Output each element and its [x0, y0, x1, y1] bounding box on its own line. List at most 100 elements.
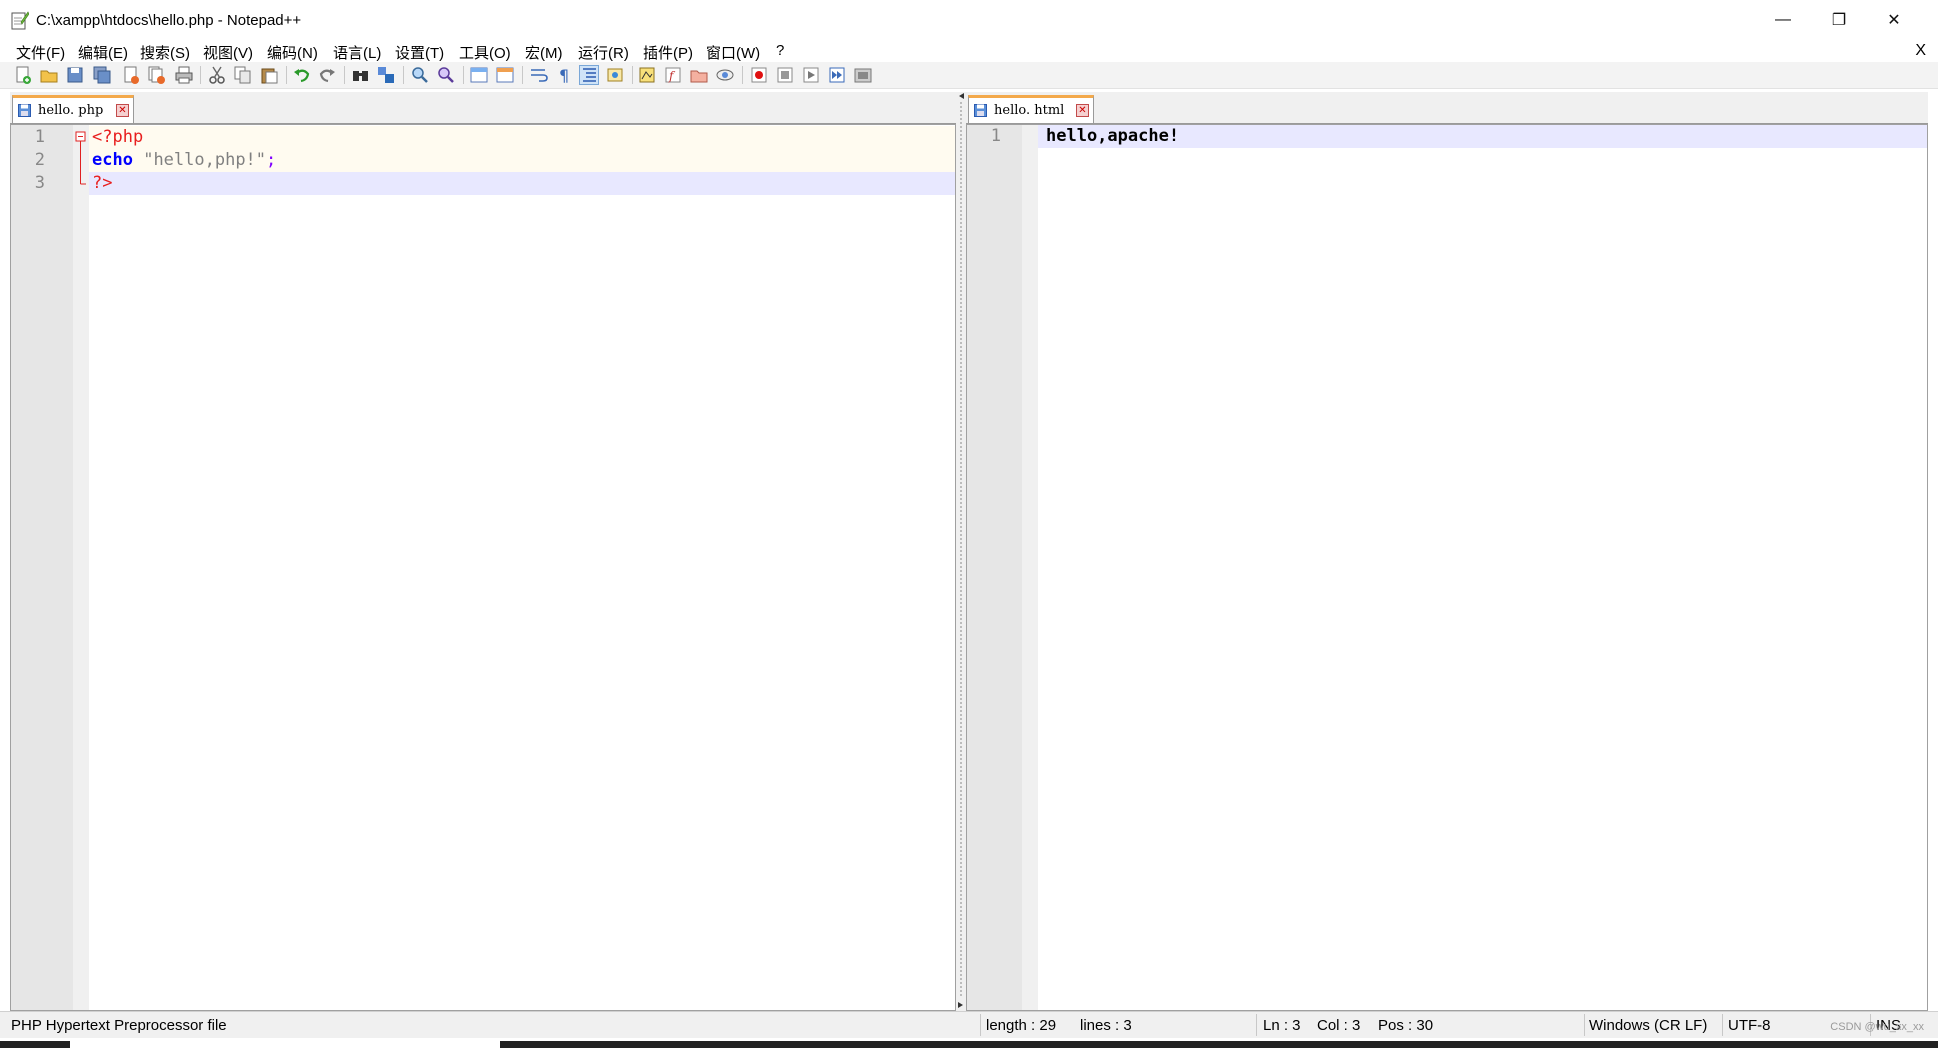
menu-macro[interactable]: 宏(M): [525, 42, 563, 63]
record-macro-icon[interactable]: [750, 66, 768, 84]
function-list-icon[interactable]: f: [664, 66, 682, 84]
toolbar-separator: [344, 66, 345, 84]
status-pos: Pos : 30: [1378, 1017, 1434, 1034]
notepadpp-app-icon: [11, 11, 29, 30]
status-file-type: PHP Hypertext Preprocessor file: [11, 1017, 227, 1034]
toolbar-separator: [632, 66, 633, 84]
menu-window[interactable]: 窗口(W): [706, 42, 760, 63]
tab-hello-php[interactable]: hello. php ✕: [12, 95, 134, 123]
toolbar: ¶ f: [0, 62, 1938, 89]
menu-edit[interactable]: 编辑(E): [78, 42, 128, 63]
fold-margin[interactable]: [1022, 125, 1038, 1010]
save-all-icon[interactable]: [93, 66, 111, 84]
minimize-button[interactable]: —: [1755, 0, 1811, 40]
code-line: <?php: [92, 126, 143, 149]
status-encoding[interactable]: UTF-8: [1728, 1017, 1771, 1034]
doc-map-icon[interactable]: [638, 66, 656, 84]
status-eol[interactable]: Windows (CR LF): [1589, 1017, 1707, 1034]
sync-horizontal-icon[interactable]: [496, 66, 514, 84]
taskbar-segment: [500, 1041, 1938, 1048]
code-token: "hello,php!": [143, 150, 267, 170]
print-icon[interactable]: [175, 66, 193, 84]
monitor-icon[interactable]: [716, 66, 734, 84]
close-all-icon[interactable]: [148, 66, 166, 84]
pane-splitter[interactable]: [956, 92, 966, 1011]
code-line: ?>: [92, 172, 112, 195]
save-macro-icon[interactable]: [854, 66, 872, 84]
close-icon[interactable]: [122, 66, 140, 84]
code-line-1-bg: [89, 126, 955, 149]
status-lines: lines : 3: [1080, 1017, 1132, 1034]
sync-vertical-icon[interactable]: [470, 66, 488, 84]
play-macro-icon[interactable]: [802, 66, 820, 84]
status-separator: [1722, 1014, 1723, 1036]
menu-settings[interactable]: 设置(T): [395, 42, 444, 63]
code-line: hello,apache!: [1046, 126, 1180, 146]
status-length: length : 29: [986, 1017, 1057, 1034]
toolbar-separator: [403, 66, 404, 84]
save-icon[interactable]: [66, 66, 84, 84]
cut-icon[interactable]: [208, 66, 226, 84]
right-editor[interactable]: 1 hello,apache!: [966, 124, 1928, 1011]
stop-record-icon[interactable]: [776, 66, 794, 84]
taskbar-strip: [0, 1038, 1938, 1048]
zoom-in-icon[interactable]: [411, 66, 429, 84]
tab-close-icon[interactable]: ✕: [1076, 104, 1089, 117]
word-wrap-icon[interactable]: [530, 66, 548, 84]
maximize-button[interactable]: ❐: [1811, 0, 1867, 40]
code-token: ;: [266, 150, 277, 170]
menu-encoding[interactable]: 编码(N): [267, 42, 318, 63]
line-number: 1: [990, 126, 1001, 146]
close-document-button[interactable]: X: [1915, 42, 1926, 60]
replace-icon[interactable]: [377, 66, 395, 84]
find-icon[interactable]: [352, 66, 370, 84]
close-window-button[interactable]: ✕: [1866, 0, 1922, 40]
fold-margin[interactable]: [73, 125, 89, 1010]
menu-help[interactable]: ?: [776, 42, 784, 59]
redo-icon[interactable]: [318, 66, 336, 84]
undo-icon[interactable]: [293, 66, 311, 84]
copy-icon[interactable]: [234, 66, 252, 84]
taskbar-segment: [0, 1041, 70, 1048]
open-file-icon[interactable]: [40, 66, 58, 84]
line-number: 1: [34, 127, 45, 147]
menu-view[interactable]: 视图(V): [203, 42, 253, 63]
tab-label: hello. php: [38, 103, 104, 118]
run-macro-multiple-icon[interactable]: [828, 66, 846, 84]
user-lang-icon[interactable]: [606, 66, 624, 84]
new-file-icon[interactable]: [14, 66, 32, 84]
svg-text:¶: ¶: [559, 66, 569, 84]
tab-label: hello. html: [994, 103, 1065, 118]
fold-marker-icon: [75, 131, 86, 185]
right-tab-bar: hello. html ✕: [966, 92, 1928, 124]
line-number-margin: [11, 125, 73, 1010]
menu-bar: 文件(F) 编辑(E) 搜索(S) 视图(V) 编码(N) 语言(L) 设置(T…: [0, 40, 1938, 62]
left-editor[interactable]: 1 <?php 2 echo "hello,php!"; 3 ?>: [10, 124, 956, 1011]
paste-icon[interactable]: [260, 66, 278, 84]
tab-close-icon[interactable]: ✕: [116, 104, 129, 117]
status-separator: [1256, 1014, 1257, 1036]
menu-search[interactable]: 搜索(S): [140, 42, 190, 63]
status-separator: [980, 1014, 981, 1036]
menu-tools[interactable]: 工具(O): [459, 42, 511, 63]
menu-language[interactable]: 语言(L): [333, 42, 381, 63]
indent-guide-icon[interactable]: [579, 65, 599, 85]
tab-hello-html[interactable]: hello. html ✕: [968, 95, 1094, 123]
line-number: 3: [34, 173, 45, 193]
code-token: echo: [92, 150, 133, 170]
saved-file-icon: [18, 104, 31, 117]
left-tab-bar: hello. php ✕: [10, 92, 956, 124]
menu-file[interactable]: 文件(F): [16, 42, 65, 63]
title-bar: C:\xampp\htdocs\hello.php - Notepad++ — …: [0, 0, 1938, 40]
code-line: echo "hello,php!";: [92, 149, 276, 172]
folder-workspace-icon[interactable]: [690, 66, 708, 84]
code-token: <?php: [92, 127, 144, 147]
toolbar-separator: [522, 66, 523, 84]
zoom-out-icon[interactable]: [437, 66, 455, 84]
toolbar-separator: [200, 66, 201, 84]
show-all-chars-icon[interactable]: ¶: [555, 66, 573, 84]
status-separator: [1584, 1014, 1585, 1036]
menu-plugins[interactable]: 插件(P): [643, 42, 693, 63]
menu-run[interactable]: 运行(R): [578, 42, 629, 63]
